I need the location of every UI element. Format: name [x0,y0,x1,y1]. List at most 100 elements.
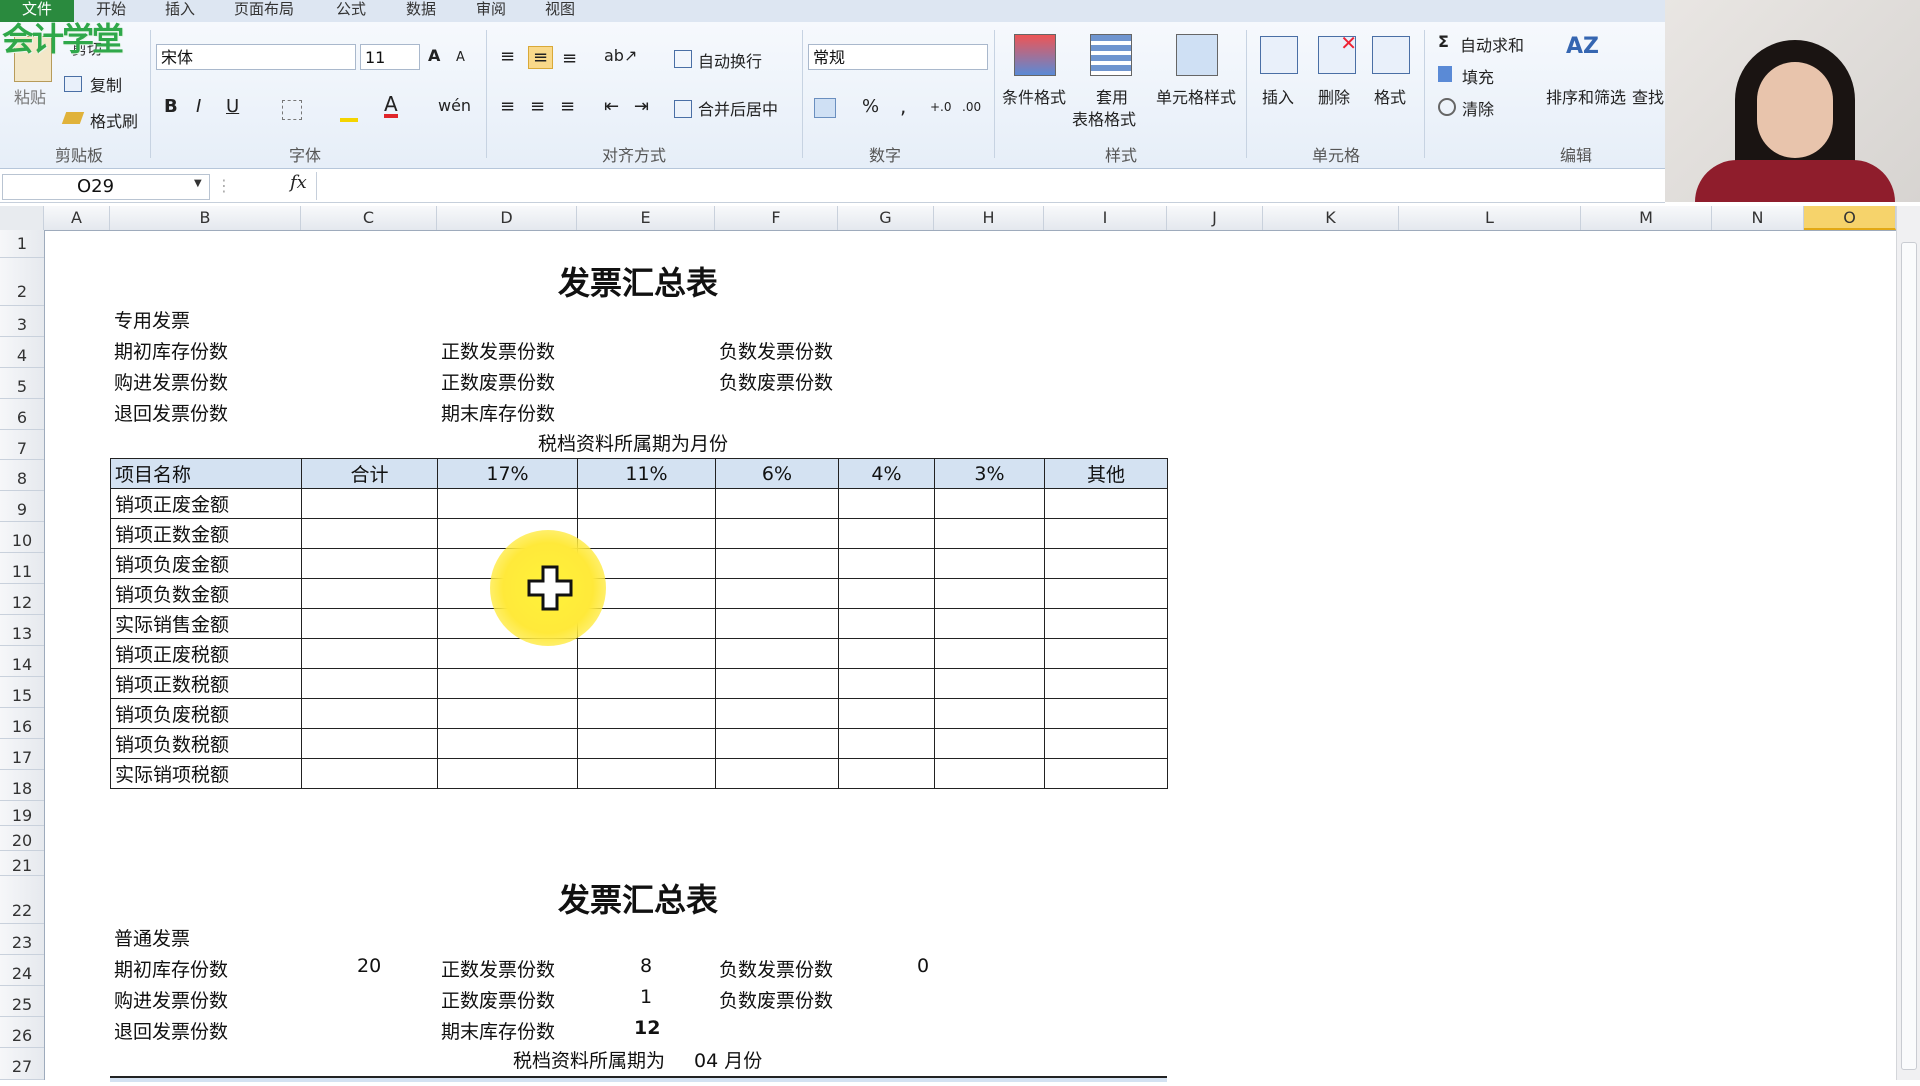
table-format-button-line1[interactable]: 套用 [1096,84,1128,108]
comma-button[interactable]: , [900,94,906,118]
table-cell[interactable] [437,488,578,519]
table-header[interactable]: 6% [715,458,839,489]
row-header[interactable]: 26 [0,1017,44,1048]
column-header[interactable]: F [715,206,838,230]
table-header[interactable]: 其他 [1044,458,1168,489]
row-header[interactable]: 17 [0,739,44,770]
table-cell[interactable] [838,698,935,729]
insert-cells-button[interactable]: 插入 [1262,84,1294,108]
select-all-corner[interactable] [0,206,44,230]
period-month[interactable]: 04 月份 [694,1046,762,1073]
tab-insert[interactable]: 插入 [165,0,195,22]
row-header[interactable]: 19 [0,801,44,826]
table-cell[interactable] [437,758,578,789]
row-header[interactable]: 24 [0,955,44,986]
column-header[interactable]: M [1581,206,1712,230]
wrap-text-button[interactable]: 自动换行 [698,48,762,72]
conditional-format-button[interactable]: 条件格式 [1002,84,1066,108]
table-cell[interactable] [437,728,578,759]
table-cell[interactable] [1044,758,1168,789]
row-header[interactable]: 16 [0,708,44,739]
font-name-combo[interactable]: 宋体 [156,44,356,70]
row-header[interactable]: 20 [0,826,44,851]
table-cell[interactable] [437,668,578,699]
row-header[interactable]: 14 [0,646,44,677]
column-header[interactable]: N [1712,206,1804,230]
table-cell[interactable] [838,608,935,639]
column-header[interactable]: G [838,206,934,230]
table-cell[interactable] [715,758,839,789]
row-label[interactable]: 销项负数税额 [110,728,302,759]
row-label[interactable]: 销项负废税额 [110,698,302,729]
tab-view[interactable]: 视图 [545,0,575,22]
row-header[interactable]: 23 [0,924,44,955]
column-header[interactable]: D [437,206,577,230]
table-cell[interactable] [838,728,935,759]
percent-button[interactable]: % [862,96,879,117]
format-cells-button[interactable]: 格式 [1374,84,1406,108]
table-cell[interactable] [301,518,438,549]
row-label[interactable]: 销项正数金额 [110,518,302,549]
table-cell[interactable] [301,728,438,759]
table-cell[interactable] [1044,578,1168,609]
table-cell[interactable] [1044,548,1168,579]
row-header[interactable]: 22 [0,876,44,924]
shrink-font-icon[interactable]: A [456,50,465,65]
table-header[interactable]: 4% [838,458,935,489]
table-cell[interactable] [1044,728,1168,759]
function-icon[interactable]: fx [290,172,307,193]
table-cell[interactable] [715,698,839,729]
clear-button[interactable]: 清除 [1462,96,1494,120]
table-cell[interactable] [577,638,716,669]
row-header[interactable]: 6 [0,399,44,430]
table-cell[interactable] [577,758,716,789]
column-header[interactable]: K [1263,206,1399,230]
row-header[interactable]: 12 [0,584,44,615]
column-header[interactable]: L [1399,206,1581,230]
column-header[interactable]: C [301,206,437,230]
cell-value[interactable]: 12 [634,1017,660,1039]
row-label[interactable]: 实际销售金额 [110,608,302,639]
align-top-icon[interactable]: ≡ [500,46,515,67]
table-cell[interactable] [577,488,716,519]
align-center-icon[interactable]: ≡ [530,96,545,117]
table-header[interactable]: 17% [437,458,578,489]
underline-button[interactable]: U [226,96,239,117]
table-cell[interactable] [437,698,578,729]
format-painter-button[interactable]: 格式刷 [90,108,138,132]
table-cell[interactable] [934,758,1045,789]
accounting-format-icon[interactable] [814,98,836,118]
row-header[interactable]: 11 [0,553,44,584]
table-cell[interactable] [577,668,716,699]
row-header[interactable]: 3 [0,306,44,337]
row-label[interactable]: 销项负废金额 [110,548,302,579]
column-header[interactable]: J [1167,206,1263,230]
row-header[interactable]: 10 [0,522,44,553]
table-cell[interactable] [934,698,1045,729]
cell-value[interactable]: 1 [640,986,652,1008]
align-right-icon[interactable]: ≡ [560,96,575,117]
row-header[interactable]: 4 [0,337,44,368]
tab-review[interactable]: 审阅 [476,0,506,22]
tab-formulas[interactable]: 公式 [336,0,366,22]
table-cell[interactable] [1044,668,1168,699]
number-format-combo[interactable]: 常规 [808,44,988,70]
column-header[interactable]: I [1044,206,1167,230]
align-middle-icon[interactable]: ≡ [528,46,554,69]
column-header-selected[interactable]: O [1804,206,1896,230]
row-label[interactable]: 实际销项税额 [110,758,302,789]
cell-value[interactable]: 8 [640,955,652,977]
autosum-button[interactable]: 自动求和 [1460,32,1524,56]
table-cell[interactable] [934,518,1045,549]
row-header[interactable]: 7 [0,430,44,460]
row-header[interactable]: 5 [0,368,44,399]
row-header[interactable]: 21 [0,851,44,876]
scrollbar-thumb[interactable] [1901,242,1917,1070]
table-cell[interactable] [1044,518,1168,549]
decrease-decimal-button[interactable]: .00 [962,100,981,114]
table-format-button-line2[interactable]: 表格格式 [1072,106,1136,130]
align-left-icon[interactable]: ≡ [500,96,515,117]
table-cell[interactable] [301,668,438,699]
cell-styles-button[interactable]: 单元格样式 [1156,84,1236,108]
table-cell[interactable] [838,638,935,669]
